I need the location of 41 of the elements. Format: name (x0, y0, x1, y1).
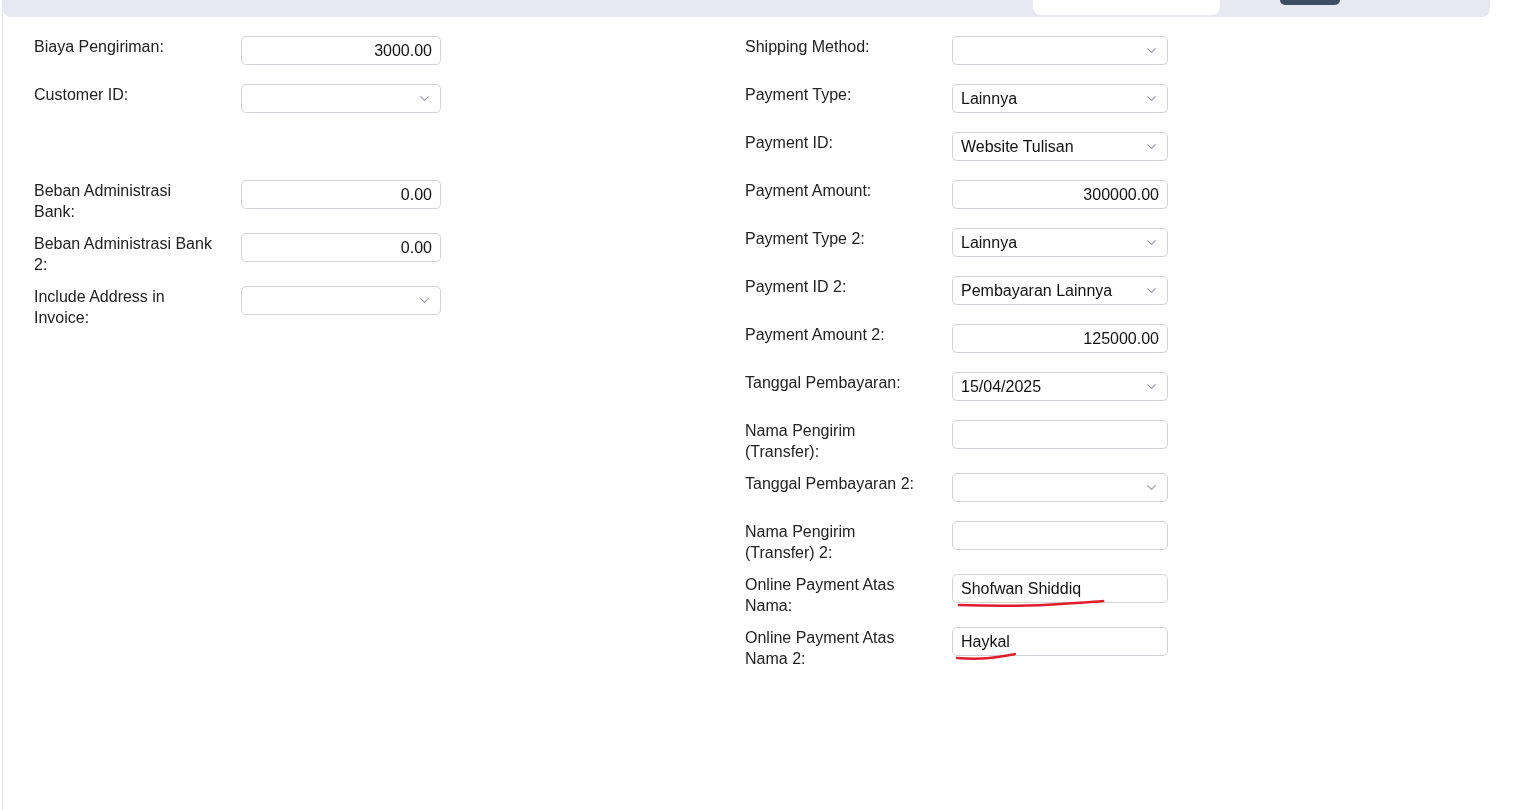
dropdown-value: Pembayaran Lainnya (961, 280, 1114, 301)
field-label: Shipping Method: (745, 37, 871, 57)
field-label: Tanggal Pembayaran 2: (745, 474, 915, 494)
field-label: Online Payment Atas Nama: (745, 575, 896, 616)
dropdown-field[interactable]: Pembayaran Lainnya (952, 276, 1168, 305)
field-label: Beban Administrasi Bank 2: (34, 234, 213, 275)
number-field[interactable]: 3000.00 (241, 36, 441, 65)
dropdown-value: 15/04/2025 (961, 376, 1043, 397)
field-label: Nama Pengirim (Transfer): (745, 421, 857, 462)
dropdown-value: Lainnya (961, 88, 1019, 109)
dropdown-field[interactable] (241, 84, 441, 113)
field-label: Payment Type 2: (745, 229, 866, 249)
field-label: Payment ID 2: (745, 277, 848, 297)
dropdown-field[interactable]: 15/04/2025 (952, 372, 1168, 401)
dropdown-field[interactable] (241, 286, 441, 315)
input-field[interactable]: Shofwan Shiddiq (952, 574, 1168, 603)
dropdown-field[interactable] (952, 36, 1168, 65)
field-label: Beban Administrasi Bank: (34, 181, 172, 222)
dropdown-field[interactable] (952, 473, 1168, 502)
number-field[interactable]: 0.00 (241, 180, 441, 209)
field-label: Payment ID: (745, 133, 835, 153)
input-field[interactable] (952, 420, 1168, 449)
field-label: Online Payment Atas Nama 2: (745, 628, 896, 669)
field-label: Biaya Pengiriman: (34, 37, 165, 57)
input-field[interactable] (952, 521, 1168, 550)
field-label: Payment Type: (745, 85, 853, 105)
number-field[interactable]: 300000.00 (952, 180, 1168, 209)
number-field[interactable]: 0.00 (241, 233, 441, 262)
dropdown-field[interactable]: Lainnya (952, 84, 1168, 113)
field-label: Payment Amount: (745, 181, 873, 201)
number-field[interactable]: 125000.00 (952, 324, 1168, 353)
field-label: Customer ID: (34, 85, 130, 105)
dropdown-field[interactable]: Lainnya (952, 228, 1168, 257)
dropdown-value: Lainnya (961, 232, 1019, 253)
input-field[interactable]: Haykal (952, 627, 1168, 656)
field-label: Include Address in Invoice: (34, 287, 166, 328)
dropdown-value: Website Tulisan (961, 136, 1075, 157)
field-label: Nama Pengirim (Transfer) 2: (745, 522, 857, 563)
field-label: Payment Amount 2: (745, 325, 886, 345)
dropdown-field[interactable]: Website Tulisan (952, 132, 1168, 161)
field-label: Tanggal Pembayaran: (745, 373, 902, 393)
